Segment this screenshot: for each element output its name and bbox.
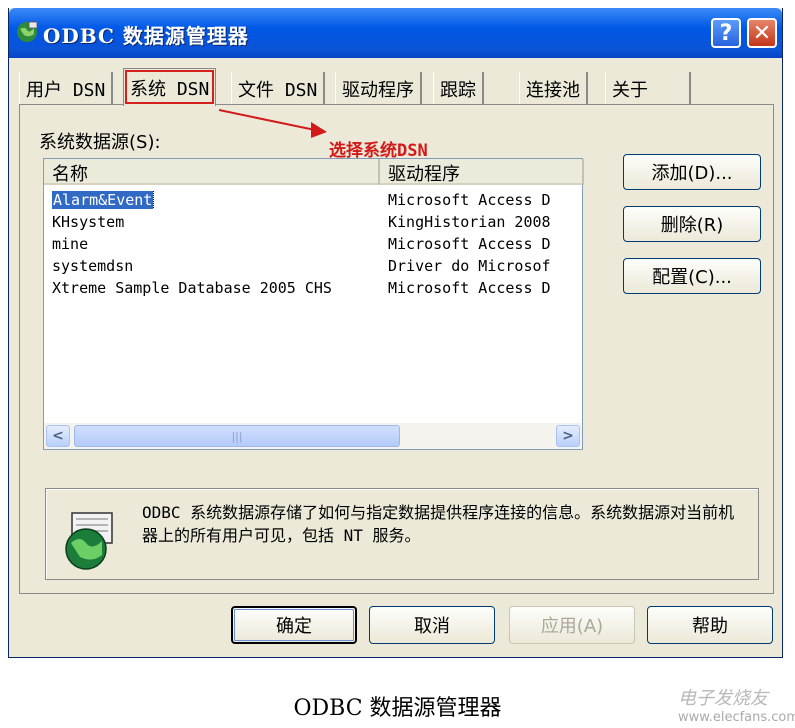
tab-drivers[interactable]: 驱动程序 [335, 72, 422, 104]
scroll-right-icon[interactable]: > [556, 425, 580, 447]
apply-button[interactable]: 应用(A) [509, 606, 635, 644]
configure-button[interactable]: 配置(C)... [623, 258, 761, 294]
tab-file-dsn[interactable]: 文件 DSN [231, 72, 326, 104]
dsn-name: KHsystem [52, 213, 125, 231]
annotation-arrow-icon [219, 109, 327, 138]
tab-user-dsn[interactable]: 用户 DSN [19, 72, 114, 104]
column-header-name[interactable]: 名称 [44, 159, 380, 185]
dsn-driver: Driver do Microsof [388, 257, 551, 275]
dsn-driver: Microsoft Access D [388, 279, 551, 297]
odbc-globe-icon [17, 21, 38, 42]
list-row[interactable]: Xtreme Sample Database 2005 CHS Microsof… [44, 277, 582, 299]
list-row[interactable]: KHsystem KingHistorian 2008 [44, 211, 582, 233]
data-source-list[interactable]: 名称 驱动程序 Alarm&Event Microsoft Access D K… [43, 158, 584, 450]
dsn-driver: KingHistorian 2008 [388, 213, 551, 231]
close-button[interactable]: ✕ [747, 18, 777, 48]
dsn-name: systemdsn [52, 257, 134, 275]
dsn-driver: Microsoft Access D [388, 191, 551, 209]
tab-tracing[interactable]: 跟踪 [433, 72, 484, 104]
tab-system-dsn[interactable]: 系统 DSN [123, 68, 217, 106]
tab-strip: 用户 DSN 系统 DSN 文件 DSN 驱动程序 跟踪 连接池 关于 [19, 68, 759, 106]
data-source-globe-icon [65, 512, 113, 570]
system-data-source-label: 系统数据源(S): [39, 132, 161, 153]
info-box: ODBC 系统数据源存储了如何与指定数据提供程序连接的信息。系统数据源对当前机器… [45, 488, 759, 580]
add-button[interactable]: 添加(D)... [623, 154, 761, 190]
title-bar[interactable]: ODBC 数据源管理器 ? ✕ [9, 8, 782, 58]
scroll-left-icon[interactable]: < [46, 425, 70, 447]
watermark: 电子发烧友 www.elecfans.com [678, 684, 795, 725]
list-row[interactable]: mine Microsoft Access D [44, 233, 582, 255]
list-row[interactable]: Alarm&Event Microsoft Access D [44, 189, 582, 211]
watermark-main: 电子发烧友 [678, 688, 768, 709]
figure-caption: ODBC 数据源管理器 [293, 696, 502, 721]
dsn-driver: Microsoft Access D [388, 235, 551, 253]
help-button[interactable]: 帮助 [647, 606, 773, 644]
tab-connection-pool[interactable]: 连接池 [519, 72, 588, 104]
dsn-name: Alarm&Event [52, 191, 155, 209]
watermark-sub: www.elecfans.com [678, 710, 795, 725]
ok-button[interactable]: 确定 [231, 606, 357, 644]
help-title-button[interactable]: ? [711, 18, 741, 48]
list-row[interactable]: systemdsn Driver do Microsof [44, 255, 582, 277]
info-description: ODBC 系统数据源存储了如何与指定数据提供程序连接的信息。系统数据源对当前机器… [142, 503, 735, 545]
remove-button[interactable]: 删除(R) [623, 206, 761, 242]
dsn-name: Xtreme Sample Database 2005 CHS [52, 279, 332, 297]
list-header: 名称 驱动程序 [44, 159, 584, 185]
dsn-name: mine [52, 235, 89, 253]
window-title: ODBC 数据源管理器 [43, 24, 249, 48]
odbc-dialog: ODBC 数据源管理器 ? ✕ 用户 DSN 系统 DSN 文件 DSN 驱动程… [8, 8, 783, 658]
scroll-thumb[interactable]: ||| [74, 425, 400, 447]
cancel-button[interactable]: 取消 [369, 606, 495, 644]
tab-about[interactable]: 关于 [605, 72, 691, 104]
horizontal-scrollbar[interactable]: < ||| > [44, 423, 582, 449]
column-header-driver[interactable]: 驱动程序 [380, 159, 584, 185]
